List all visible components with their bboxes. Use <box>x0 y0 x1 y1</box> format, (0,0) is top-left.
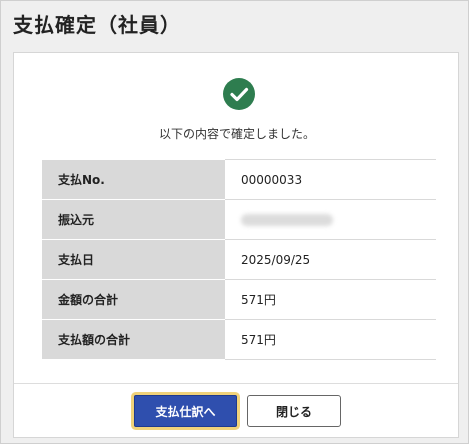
detail-value: 00000033 <box>225 159 436 200</box>
footer-divider <box>14 383 458 384</box>
detail-row-payment-no: 支払No. 00000033 <box>42 159 436 200</box>
detail-row-payment-date: 支払日 2025/09/25 <box>42 239 436 280</box>
go-to-journal-button[interactable]: 支払仕訳へ <box>134 395 237 427</box>
detail-label: 支払日 <box>42 239 225 280</box>
detail-row-source-account: 振込元 <box>42 199 436 240</box>
detail-row-payment-total: 支払額の合計 571円 <box>42 319 436 360</box>
check-circle-icon <box>223 78 255 110</box>
detail-value: 571円 <box>225 319 436 360</box>
payment-confirm-dialog: 支払確定（社員） 以下の内容で確定しました。 支払No. 00000033 振込… <box>0 0 469 444</box>
detail-value <box>225 199 436 240</box>
detail-value: 2025/09/25 <box>225 239 436 280</box>
detail-label: 振込元 <box>42 199 225 240</box>
payment-details-table: 支払No. 00000033 振込元 支払日 2025/09/25 金額の合計 … <box>42 159 436 360</box>
close-button[interactable]: 閉じる <box>247 395 341 427</box>
redacted-value <box>241 214 333 226</box>
detail-label: 金額の合計 <box>42 279 225 320</box>
confirmation-message: 以下の内容で確定しました。 <box>158 127 315 141</box>
detail-label: 支払額の合計 <box>42 319 225 360</box>
detail-label: 支払No. <box>42 159 225 200</box>
confirmation-panel: 以下の内容で確定しました。 支払No. 00000033 振込元 支払日 202… <box>13 52 459 438</box>
detail-row-amount-total: 金額の合計 571円 <box>42 279 436 320</box>
dialog-title: 支払確定（社員） <box>13 13 181 37</box>
detail-value: 571円 <box>225 279 436 320</box>
